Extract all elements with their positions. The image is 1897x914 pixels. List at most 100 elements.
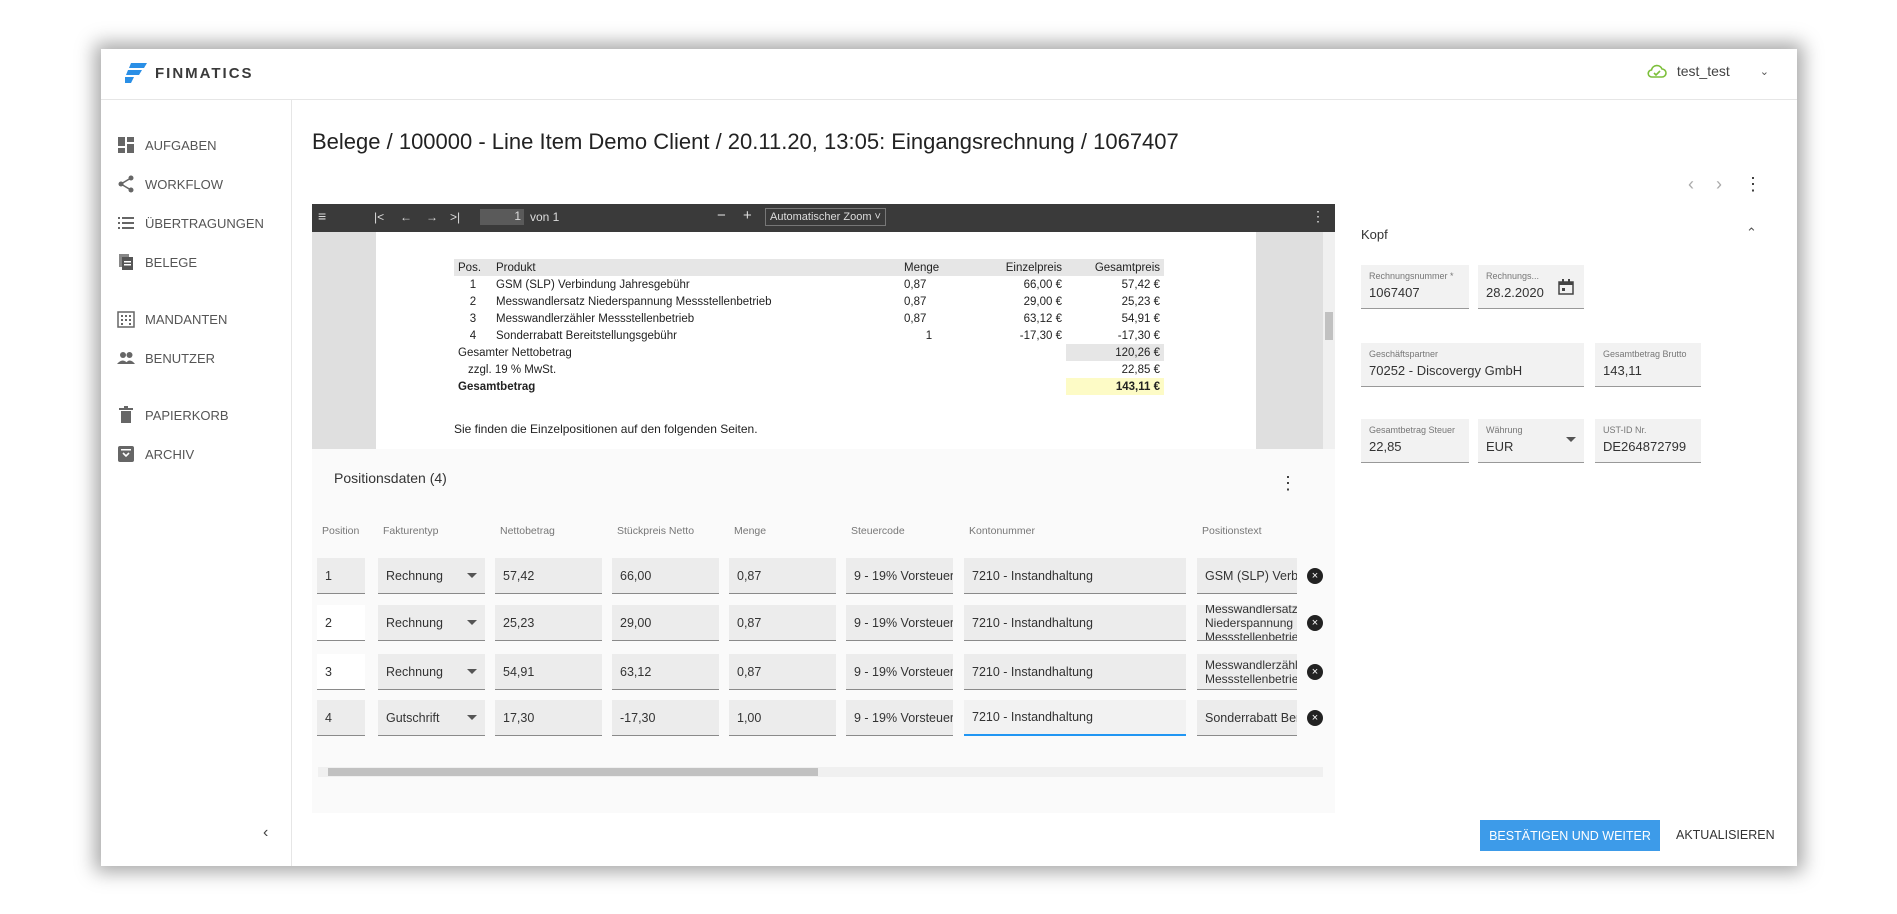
nettobetrag-field[interactable]: 57,42 xyxy=(495,558,602,594)
nettobetrag-field[interactable]: 17,30 xyxy=(495,700,602,736)
kontonummer-field[interactable]: 7210 - Instandhaltung xyxy=(964,654,1186,690)
kopf-title: Kopf xyxy=(1361,227,1388,242)
menge-field[interactable]: 0,87 xyxy=(729,558,836,594)
top-bar: FINMATICS test_test ⌄ xyxy=(101,49,1797,100)
username: test_test xyxy=(1676,63,1730,79)
pdf-viewer: ≡ |< ← → >| 1 von 1 − + Automatischer Zo… xyxy=(312,204,1335,449)
delete-row-icon[interactable]: × xyxy=(1307,615,1323,631)
waehrung-select[interactable]: Währung EUR xyxy=(1478,419,1584,463)
position-field[interactable]: 1 xyxy=(317,558,365,594)
zoom-out-icon[interactable]: − xyxy=(717,207,726,224)
positionstext-field[interactable]: Sonderrabatt Bereitstellungsgebühr xyxy=(1197,700,1297,736)
sidebar-toggle-icon[interactable]: ≡ xyxy=(318,208,326,224)
more-vert-icon[interactable]: ⋮ xyxy=(1744,174,1762,195)
menge-field[interactable]: 0,87 xyxy=(729,654,836,690)
chevron-up-icon[interactable]: ⌃ xyxy=(1746,225,1757,241)
calendar-icon[interactable] xyxy=(1558,279,1574,295)
rechnungsnummer-field[interactable]: Rechnungsnummer * 1067407 xyxy=(1361,265,1469,309)
nettobetrag-field[interactable]: 25,23 xyxy=(495,605,602,641)
stueckpreis-field[interactable]: 63,12 xyxy=(612,654,719,690)
sidebar-item-archiv[interactable]: ARCHIV xyxy=(117,445,194,463)
sidebar-item-label: BENUTZER xyxy=(145,350,216,366)
col-kontonummer: Kontonummer xyxy=(969,525,1035,537)
fakturentyp-select[interactable]: Rechnung xyxy=(378,654,485,690)
field-value: 143,11 xyxy=(1603,363,1642,378)
chevron-left-icon[interactable]: ‹ xyxy=(1688,174,1694,195)
logo[interactable]: FINMATICS xyxy=(125,63,254,83)
confirm-and-next-button[interactable]: BESTÄTIGEN UND WEITER xyxy=(1480,820,1660,851)
invoice-total: 54,91 € xyxy=(1121,312,1160,325)
arrow-left-icon[interactable]: ← xyxy=(400,210,412,224)
arrow-right-icon[interactable]: → xyxy=(426,210,438,224)
steuercode-field[interactable]: 9 - 19% Vorsteuer xyxy=(846,654,953,690)
position-field[interactable]: 4 xyxy=(317,700,365,736)
field-label: Gesamtbetrag Brutto xyxy=(1603,349,1687,359)
nettobetrag-field[interactable]: 54,91 xyxy=(495,654,602,690)
fakturentyp-select[interactable]: Gutschrift xyxy=(378,700,485,736)
sidebar-item-label: AUFGABEN xyxy=(145,137,217,153)
delete-row-icon[interactable]: × xyxy=(1307,568,1323,584)
sidebar-item-belege[interactable]: BELEGE xyxy=(117,253,197,271)
scrollbar-thumb[interactable] xyxy=(1325,312,1333,340)
delete-row-icon[interactable]: × xyxy=(1307,664,1323,680)
stueckpreis-field[interactable]: 29,00 xyxy=(612,605,719,641)
fakturentyp-select[interactable]: Rechnung xyxy=(378,605,485,641)
chevron-right-icon[interactable]: › xyxy=(1716,174,1722,195)
steuer-field[interactable]: Gesamtbetrag Steuer 22,85 xyxy=(1361,419,1469,463)
delete-row-icon[interactable]: × xyxy=(1307,710,1323,726)
stueckpreis-field[interactable]: -17,30 xyxy=(612,700,719,736)
position-field[interactable]: 3 xyxy=(317,654,365,690)
collapse-sidebar-icon[interactable]: ‹ xyxy=(263,824,268,842)
steuercode-field[interactable]: 9 - 19% Vorsteuer xyxy=(846,700,953,736)
sidebar-item-benutzer[interactable]: BENUTZER xyxy=(117,349,215,367)
steuercode-field[interactable]: 9 - 19% Vorsteuer xyxy=(846,605,953,641)
pdf-tools-icon[interactable]: ⋮ xyxy=(1311,208,1325,225)
sidebar-item-label: ARCHIV xyxy=(145,446,195,462)
kontonummer-field[interactable]: 7210 - Instandhaltung xyxy=(964,700,1186,736)
invoice-tax-value: 22,85 € xyxy=(1121,363,1160,376)
scrollbar-thumb[interactable] xyxy=(328,768,818,776)
sidebar-item-aufgaben[interactable]: AUFGABEN xyxy=(117,136,217,154)
invoice-pos: 1 xyxy=(469,278,477,291)
stueckpreis-field[interactable]: 66,00 xyxy=(612,558,719,594)
first-page-icon[interactable]: |< xyxy=(374,210,384,224)
positionstext-field[interactable]: Messwandlerzähler Messstellenbetrieb xyxy=(1197,654,1297,690)
invoice-tax-label: zzgl. 19 % MwSt. xyxy=(468,363,557,376)
sidebar-item-workflow[interactable]: WORKFLOW xyxy=(117,175,223,193)
more-vert-icon[interactable]: ⋮ xyxy=(1279,473,1297,494)
positionstext-field[interactable]: Messwandlersatz Niederspannung Messstell… xyxy=(1197,605,1297,641)
col-steuercode: Steuercode xyxy=(851,525,905,537)
field-label: Rechnungsnummer * xyxy=(1369,271,1454,281)
document-icon xyxy=(119,254,133,270)
position-field[interactable]: 2 xyxy=(317,605,365,641)
rechnungsdatum-field[interactable]: Rechnungs... 28.2.2020 xyxy=(1478,265,1584,309)
steuercode-field[interactable]: 9 - 19% Vorsteuer xyxy=(846,558,953,594)
sidebar-item-uebertragungen[interactable]: ÜBERTRAGUNGEN xyxy=(117,214,264,232)
menge-field[interactable]: 0,87 xyxy=(729,605,836,641)
kontonummer-field[interactable]: 7210 - Instandhaltung xyxy=(964,605,1186,641)
brutto-field[interactable]: Gesamtbetrag Brutto 143,11 xyxy=(1595,343,1701,387)
chevron-down-icon[interactable]: ⌄ xyxy=(1760,65,1769,78)
invoice-unit-price: 29,00 € xyxy=(1023,295,1062,308)
invoice-qty: 1 xyxy=(925,329,933,342)
sidebar-item-label: PAPIERKORB xyxy=(145,407,229,423)
sidebar-item-mandanten[interactable]: MANDANTEN xyxy=(117,310,227,328)
user-menu[interactable]: test_test ⌄ xyxy=(1647,63,1769,79)
geschaeftspartner-field[interactable]: Geschäftspartner 70252 - Discovergy GmbH xyxy=(1361,343,1584,387)
field-value: DE264872799 xyxy=(1603,439,1687,454)
pdf-scrollbar[interactable] xyxy=(1323,232,1335,449)
zoom-select[interactable]: Automatischer Zoom ˅ xyxy=(765,208,886,226)
refresh-button[interactable]: AKTUALISIEREN xyxy=(1676,828,1775,842)
kontonummer-field[interactable]: 7210 - Instandhaltung xyxy=(964,558,1186,594)
page-number-input[interactable]: 1 xyxy=(480,209,524,225)
last-page-icon[interactable]: >| xyxy=(450,210,460,224)
positionstext-field[interactable]: GSM (SLP) Verbindung Jahresgebühr xyxy=(1197,558,1297,594)
invoice-pos: 4 xyxy=(469,329,477,342)
zoom-in-icon[interactable]: + xyxy=(743,207,752,224)
horizontal-scrollbar[interactable] xyxy=(318,767,1323,777)
menge-field[interactable]: 1,00 xyxy=(729,700,836,736)
invoice-row: 3 Messwandlerzähler Messstellenbetrieb 0… xyxy=(454,310,1164,327)
fakturentyp-select[interactable]: Rechnung xyxy=(378,558,485,594)
ustid-field[interactable]: UST-ID Nr. DE264872799 xyxy=(1595,419,1701,463)
sidebar-item-papierkorb[interactable]: PAPIERKORB xyxy=(117,406,229,424)
